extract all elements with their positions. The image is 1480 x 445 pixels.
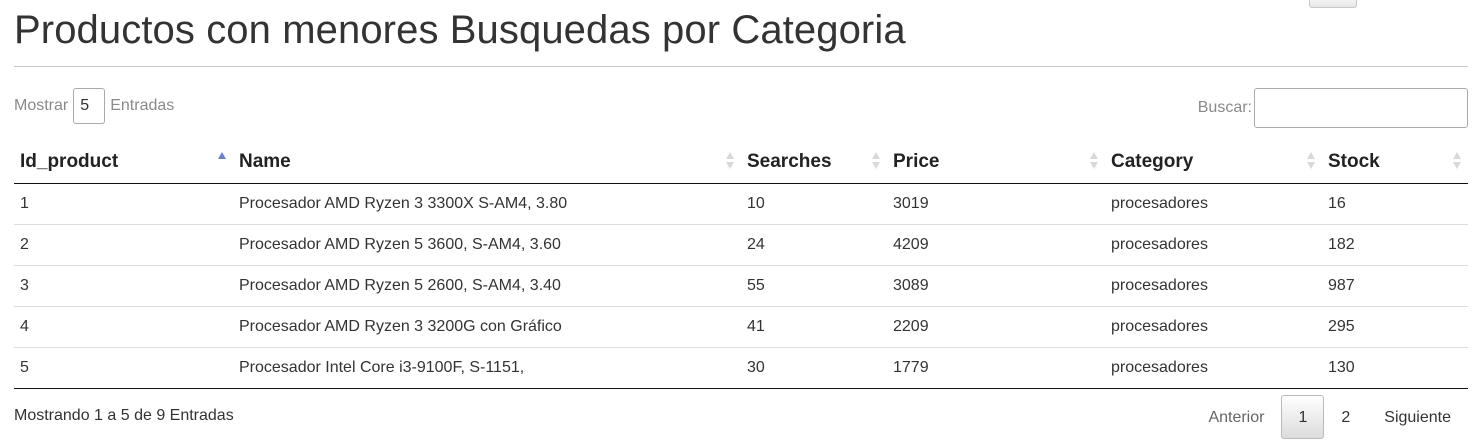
cell-name: Procesador AMD Ryzen 3 3300X S-AM4, 3.80 — [239, 194, 568, 212]
table-row: 3 Procesador AMD Ryzen 5 2600, S-AM4, 3.… — [14, 264, 1468, 306]
column-header-label: Stock — [1328, 150, 1380, 172]
length-suffix-label: Entradas — [110, 97, 175, 114]
column-header-label: Name — [239, 150, 291, 172]
cell-category: procesadores — [1111, 194, 1208, 212]
search-input[interactable] — [1254, 88, 1468, 128]
cell-id: 3 — [14, 264, 233, 306]
cell-name: Procesador Intel Core i3-9100F, S-1151, — [233, 346, 741, 389]
column-header-name[interactable]: Name — [233, 141, 741, 184]
search-filter: Buscar: — [1198, 88, 1468, 128]
cell-price: 2209 — [887, 305, 1105, 347]
table-header-row: Id_product Name Searches Price Category … — [14, 141, 1468, 184]
top-button[interactable] — [1309, 0, 1357, 8]
column-header-stock[interactable]: Stock — [1322, 141, 1468, 184]
page-button-1[interactable]: 1 — [1281, 395, 1325, 439]
cell-searches: 30 — [741, 346, 887, 389]
table-row: 1 Procesador AMD Ryzen 3 3300X S-AM4, 3.… — [14, 183, 1468, 224]
cell-searches: 10 — [747, 194, 765, 212]
entries-per-page-select[interactable]: 5 — [73, 88, 106, 124]
search-label: Buscar: — [1197, 99, 1252, 116]
cell-searches: 55 — [741, 264, 887, 306]
column-header-label: Searches — [747, 150, 832, 172]
title-divider — [14, 66, 1468, 67]
cell-category: procesadores — [1105, 223, 1322, 265]
next-page-button[interactable]: Siguiente — [1367, 395, 1468, 439]
sort-both-icon — [726, 152, 735, 172]
sort-both-icon — [1453, 152, 1462, 172]
table-row: 2 Procesador AMD Ryzen 5 3600, S-AM4, 3.… — [14, 223, 1468, 265]
table-row: 5 Procesador Intel Core i3-9100F, S-1151… — [14, 346, 1468, 389]
column-header-label: Id_product — [20, 150, 119, 172]
column-header-searches[interactable]: Searches — [741, 141, 887, 184]
cell-category: procesadores — [1105, 305, 1322, 347]
cell-id: 4 — [14, 305, 233, 347]
cell-stock: 130 — [1322, 346, 1468, 389]
cell-price: 3089 — [887, 264, 1105, 306]
entries-length-control: Mostrar 5 Entradas — [14, 88, 174, 124]
cell-category: procesadores — [1105, 264, 1322, 306]
page-button-2[interactable]: 2 — [1324, 395, 1367, 439]
cell-category: procesadores — [1105, 346, 1322, 389]
column-header-price[interactable]: Price — [887, 141, 1105, 184]
previous-page-button[interactable]: Anterior — [1191, 395, 1281, 439]
cell-stock: 987 — [1322, 264, 1468, 306]
cell-stock: 295 — [1322, 305, 1468, 347]
cell-name: Procesador AMD Ryzen 3 3200G con Gráfico — [233, 305, 741, 347]
cell-stock: 182 — [1322, 223, 1468, 265]
column-header-label: Category — [1111, 150, 1194, 172]
cell-price: 3019 — [893, 194, 929, 212]
length-prefix-label: Mostrar — [14, 97, 69, 114]
sort-ascending-icon — [218, 152, 227, 172]
table-info-text: Mostrando 1 a 5 de 9 Entradas — [14, 407, 234, 424]
cell-searches: 24 — [741, 223, 887, 265]
cell-name: Procesador AMD Ryzen 5 2600, S-AM4, 3.40 — [233, 264, 741, 306]
pagination: Anterior 1 2 Siguiente — [1191, 395, 1468, 439]
cell-id: 1 — [20, 194, 29, 212]
cell-stock: 16 — [1328, 194, 1346, 212]
page-title: Productos con menores Busquedas por Cate… — [14, 8, 906, 52]
sort-both-icon — [1307, 152, 1316, 172]
sort-both-icon — [872, 152, 881, 172]
sort-both-icon — [1090, 152, 1099, 172]
table-row: 4 Procesador AMD Ryzen 3 3200G con Gráfi… — [14, 305, 1468, 347]
cell-price: 1779 — [887, 346, 1105, 389]
cell-id: 2 — [14, 223, 233, 265]
cell-id: 5 — [14, 346, 233, 389]
cell-price: 4209 — [887, 223, 1105, 265]
column-header-label: Price — [893, 150, 940, 172]
column-header-id-product[interactable]: Id_product — [14, 141, 233, 184]
column-header-category[interactable]: Category — [1105, 141, 1322, 184]
cell-searches: 41 — [741, 305, 887, 347]
products-table: Id_product Name Searches Price Category … — [14, 141, 1468, 389]
cell-name: Procesador AMD Ryzen 5 3600, S-AM4, 3.60 — [233, 223, 741, 265]
